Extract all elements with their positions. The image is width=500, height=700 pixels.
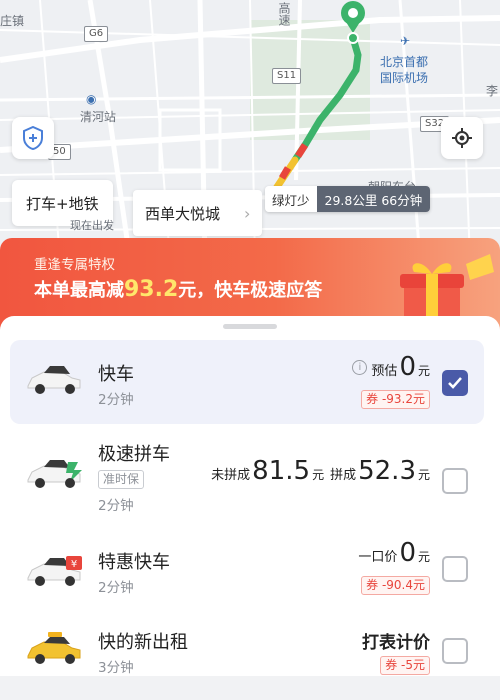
car-carpool-icon: [27, 460, 82, 488]
ride-name: 特惠快车: [98, 552, 170, 573]
sheet-drag-handle[interactable]: [223, 324, 277, 329]
coupon-badge: 券 -90.4元: [361, 576, 430, 595]
ride-eta: 2分钟: [98, 392, 134, 408]
depart-now-label: 现在出发: [70, 219, 114, 232]
ontime-tag: 准时保: [98, 470, 145, 489]
promo-title: 本单最高减93.2元，快车极速应答: [34, 276, 322, 302]
checkmark-icon: [448, 377, 462, 389]
ride-name: 极速拼车: [98, 444, 170, 465]
promo-title-suffix: 元，快车极速应答: [178, 280, 323, 301]
price-value: 0: [399, 538, 416, 568]
map-label-qinghe: 清河站: [80, 110, 117, 124]
price-matched: 52.3: [358, 456, 416, 486]
road-shield-s11: S11: [272, 68, 302, 84]
car-discount-icon: ¥: [27, 556, 82, 586]
ride-eta: 2分钟: [98, 580, 134, 596]
ride-eta: 2分钟: [98, 498, 134, 514]
station-icon: ◉: [86, 92, 97, 106]
map-label-li: 李: [486, 84, 499, 98]
select-checkbox[interactable]: [442, 370, 468, 396]
svg-text:¥: ¥: [71, 559, 77, 570]
route-info-badge: 绿灯少 29.8公里 66分钟: [265, 186, 431, 212]
taxi-icon: [27, 632, 81, 664]
ride-name: 快车: [98, 364, 134, 385]
price-label: 一口价: [358, 550, 398, 565]
price-estimate: i 预估 0 元: [352, 352, 430, 382]
select-checkbox[interactable]: [442, 638, 468, 664]
ride-option-special-express[interactable]: ¥ 特惠快车 2分钟 一口价 0 元 券 -90.4元: [10, 532, 484, 616]
road-shield-g6: G6: [84, 26, 109, 42]
ride-option-carpool[interactable]: 极速拼车 准时保 2分钟 未拼成 81.5 元 拼成 52.3 元: [10, 432, 484, 528]
chevron-right-icon: ›: [244, 203, 251, 223]
ride-name: 快的新出租: [98, 632, 188, 653]
price-label: 预估: [371, 364, 398, 379]
destination-chip[interactable]: 西单大悦城 ›: [133, 190, 263, 236]
ride-eta: 3分钟: [98, 660, 134, 676]
price-unit: 元: [417, 468, 430, 482]
select-checkbox[interactable]: [442, 468, 468, 494]
price-unit: 元: [417, 364, 430, 378]
airport-icon: ✈: [400, 34, 411, 48]
taxi-subway-label: 打车+地铁: [26, 194, 99, 213]
distance-time: 29.8公里 66分钟: [316, 186, 431, 212]
select-checkbox[interactable]: [442, 556, 468, 582]
locate-icon: [452, 128, 472, 148]
ride-option-new-taxi[interactable]: 快的新出租 3分钟 打表计价 券 -5元: [10, 616, 484, 700]
info-icon[interactable]: i: [352, 359, 368, 375]
price-value: 0: [399, 352, 416, 382]
metered-fare: 打表计价: [362, 633, 430, 653]
destination-label: 西单大悦城: [145, 204, 221, 223]
map-label-airport-line1: 北京首都: [380, 55, 429, 69]
map-label-highway: 高速: [277, 2, 291, 26]
carpool-prices: 未拼成 81.5 元 拼成 52.3 元: [211, 456, 430, 486]
price-fixed: 一口价 0 元: [358, 538, 430, 568]
ride-options-sheet: 快车 2分钟 i 预估 0 元 券 -93.2元 极速拼车 准时保 2分钟 未拼…: [0, 316, 500, 676]
coupon-badge: 券 -93.2元: [361, 390, 430, 409]
price-unit: 元: [312, 468, 325, 482]
map-label-airport: 北京首都 国际机场: [380, 54, 428, 86]
map-label-airport-line2: 国际机场: [380, 71, 429, 85]
promo-title-prefix: 本单最高减: [34, 280, 124, 301]
locate-button[interactable]: [441, 117, 483, 159]
map-label-zhuangzhen: 庄镇: [0, 14, 25, 28]
promo-subtitle: 重逢专属特权: [34, 257, 115, 273]
promo-amount: 93.2: [124, 277, 179, 302]
price-unmatched: 81.5: [252, 456, 311, 486]
shield-icon: [23, 126, 43, 150]
ride-option-express[interactable]: 快车 2分钟 i 预估 0 元 券 -93.2元: [10, 340, 484, 424]
price-label-unmatched: 未拼成: [211, 468, 251, 483]
safety-shield-button[interactable]: [12, 117, 54, 159]
car-icon: [27, 366, 81, 394]
traffic-tip: 绿灯少: [265, 186, 317, 212]
price-unit: 元: [417, 550, 430, 564]
price-label-matched: 拼成: [330, 468, 357, 483]
